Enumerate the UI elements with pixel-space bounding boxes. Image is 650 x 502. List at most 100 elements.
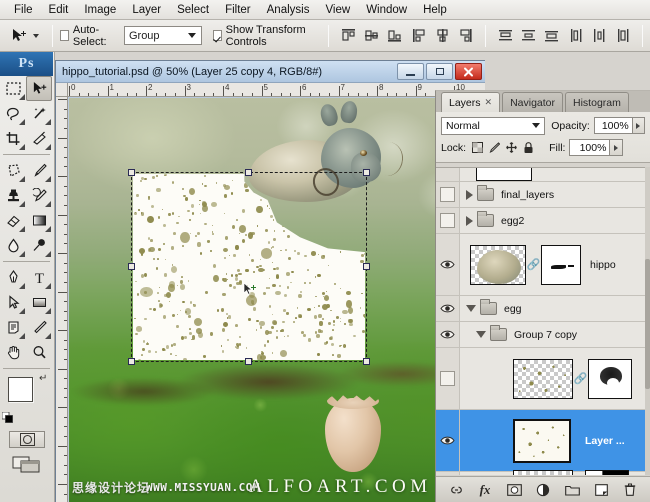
layer-visibility-toggle[interactable] xyxy=(436,208,460,233)
align-left-edges-icon[interactable] xyxy=(410,26,429,45)
ruler-corner[interactable] xyxy=(56,83,68,97)
menu-select[interactable]: Select xyxy=(169,2,217,18)
chevron-down-icon[interactable] xyxy=(466,305,476,312)
crop-tool[interactable] xyxy=(0,126,26,151)
layer-name[interactable]: Group 7 copy xyxy=(514,329,577,341)
align-top-edges-icon[interactable] xyxy=(339,26,358,45)
layer-name[interactable]: Layer ... xyxy=(585,435,625,447)
layer-list[interactable]: final_layers egg2 xyxy=(436,167,650,475)
distribute-top-edges-icon[interactable] xyxy=(496,26,515,45)
layer-visibility-toggle[interactable] xyxy=(436,234,460,295)
layer-row-selected[interactable]: Layer ... xyxy=(436,410,650,472)
layer-row[interactable]: egg xyxy=(436,296,650,322)
distribute-right-edges-icon[interactable] xyxy=(613,26,632,45)
quick-mask-mode-button[interactable] xyxy=(9,431,45,448)
layer-style-fx-icon[interactable]: fx xyxy=(477,482,493,498)
layer-visibility-toggle[interactable] xyxy=(436,168,460,181)
layers-scrollbar[interactable] xyxy=(645,167,650,475)
align-vertical-centers-icon[interactable] xyxy=(362,26,381,45)
layer-visibility-toggle[interactable] xyxy=(436,410,460,471)
lock-position-icon[interactable] xyxy=(506,142,517,153)
path-selection-tool[interactable] xyxy=(0,290,26,315)
vertical-ruler[interactable] xyxy=(56,97,68,502)
auto-select-checkbox[interactable] xyxy=(60,30,69,41)
chevron-right-icon[interactable] xyxy=(466,190,473,200)
lasso-tool[interactable] xyxy=(0,101,26,126)
layer-row[interactable]: Group 7 copy xyxy=(436,322,650,348)
layer-thumbnail[interactable] xyxy=(476,167,532,181)
fill-value[interactable]: 100% xyxy=(569,139,610,156)
layer-row[interactable]: final_layers xyxy=(436,182,650,208)
new-group-icon[interactable] xyxy=(564,482,580,498)
delete-layer-icon[interactable] xyxy=(622,482,638,498)
layer-name[interactable]: egg xyxy=(504,303,522,315)
close-button[interactable] xyxy=(455,63,482,80)
layer-row[interactable]: egg2 xyxy=(436,208,650,234)
show-transform-controls-checkbox[interactable] xyxy=(213,30,222,41)
type-tool[interactable]: T xyxy=(26,265,52,290)
menu-help[interactable]: Help xyxy=(415,2,455,18)
blur-tool[interactable] xyxy=(0,233,26,258)
menu-filter[interactable]: Filter xyxy=(217,2,259,18)
foreground-color-swatch[interactable] xyxy=(8,377,33,402)
layer-name[interactable]: hippo xyxy=(590,259,616,271)
layer-name[interactable]: egg2 xyxy=(501,215,524,227)
rectangular-marquee-tool[interactable] xyxy=(0,76,26,101)
menu-analysis[interactable]: Analysis xyxy=(259,2,318,18)
minimize-button[interactable] xyxy=(397,63,424,80)
menu-image[interactable]: Image xyxy=(76,2,124,18)
auto-select-target-dropdown[interactable]: Group xyxy=(124,26,202,45)
link-mask-icon[interactable]: 🔗 xyxy=(529,258,538,271)
layer-visibility-toggle[interactable] xyxy=(436,348,460,409)
layer-row[interactable] xyxy=(436,472,650,475)
blend-mode-dropdown[interactable]: Normal xyxy=(441,117,545,135)
screen-mode-button[interactable] xyxy=(12,455,42,475)
opacity-value[interactable]: 100% xyxy=(594,117,633,134)
tab-histogram[interactable]: Histogram xyxy=(565,92,629,112)
layer-thumbnail[interactable] xyxy=(513,470,573,476)
lock-image-pixels-icon[interactable] xyxy=(489,142,500,153)
new-adjustment-layer-icon[interactable] xyxy=(535,482,551,498)
eraser-tool[interactable] xyxy=(0,208,26,233)
distribute-vertical-centers-icon[interactable] xyxy=(519,26,538,45)
distribute-bottom-edges-icon[interactable] xyxy=(542,26,561,45)
layer-mask-thumbnail[interactable] xyxy=(541,245,581,285)
layer-visibility-toggle[interactable] xyxy=(436,472,460,475)
menu-file[interactable]: File xyxy=(6,2,41,18)
history-brush-tool[interactable] xyxy=(26,183,52,208)
layer-row[interactable] xyxy=(436,168,650,182)
chevron-down-icon[interactable] xyxy=(476,331,486,338)
layer-thumbnail[interactable] xyxy=(513,359,573,399)
document-title-bar[interactable]: hippo_tutorial.psd @ 50% (Layer 25 copy … xyxy=(56,61,485,83)
layer-thumbnail[interactable] xyxy=(470,245,526,285)
brush-tool[interactable] xyxy=(26,158,52,183)
distribute-left-edges-icon[interactable] xyxy=(567,26,586,45)
link-layers-icon[interactable] xyxy=(448,482,464,498)
pen-tool[interactable] xyxy=(0,265,26,290)
layer-visibility-toggle[interactable] xyxy=(436,322,460,347)
align-bottom-edges-icon[interactable] xyxy=(385,26,404,45)
layer-mask-thumbnail[interactable] xyxy=(585,470,629,476)
zoom-tool[interactable] xyxy=(26,340,52,365)
new-layer-icon[interactable] xyxy=(593,482,609,498)
layer-mask-thumbnail[interactable] xyxy=(588,359,632,399)
chevron-right-icon[interactable] xyxy=(466,216,473,226)
rectangle-shape-tool[interactable] xyxy=(26,290,52,315)
move-tool[interactable] xyxy=(26,76,52,101)
layer-row[interactable]: 🔗 xyxy=(436,348,650,410)
opacity-slider-toggle[interactable] xyxy=(633,117,645,134)
fill-slider-toggle[interactable] xyxy=(610,139,623,156)
close-icon[interactable]: ✕ xyxy=(485,97,493,108)
menu-window[interactable]: Window xyxy=(358,2,415,18)
magic-wand-tool[interactable] xyxy=(26,101,52,126)
layer-visibility-toggle[interactable] xyxy=(436,296,460,321)
canvas-area[interactable]: 思缘设计论坛 WWW.MISSYUAN.COM ALFOART.COM xyxy=(69,98,485,502)
distribute-horizontal-centers-icon[interactable] xyxy=(590,26,609,45)
swap-colors-icon[interactable]: ↵ xyxy=(39,373,50,384)
tab-layers[interactable]: Layers ✕ xyxy=(441,92,500,112)
horizontal-ruler[interactable]: 012345678910 xyxy=(68,83,485,97)
current-tool-preset[interactable] xyxy=(0,27,45,45)
add-layer-mask-icon[interactable] xyxy=(506,482,522,498)
restore-button[interactable] xyxy=(426,63,453,80)
layer-thumbnail[interactable] xyxy=(513,419,571,463)
